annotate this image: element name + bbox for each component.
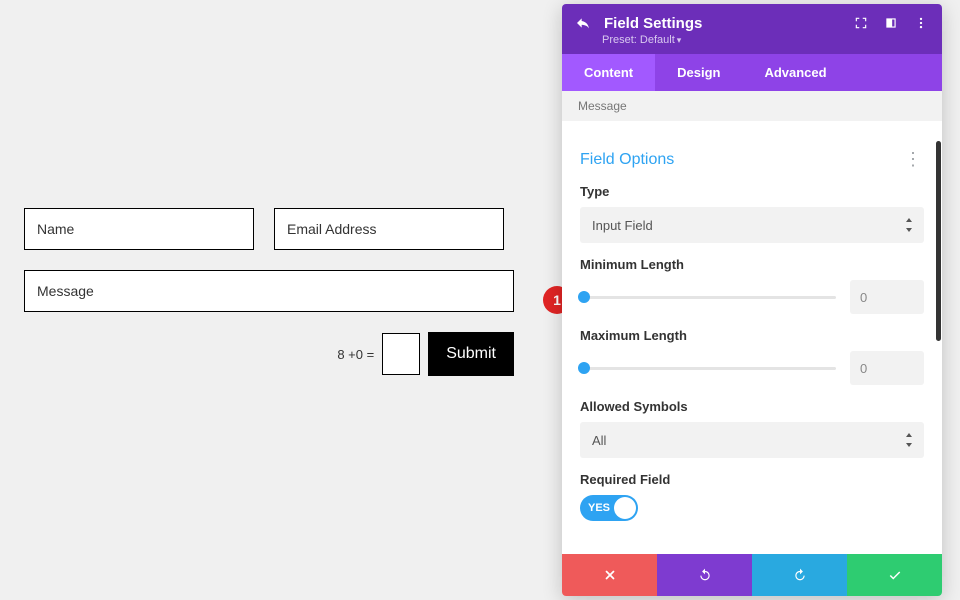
undo-button[interactable] (657, 554, 752, 596)
slider-thumb[interactable] (578, 291, 590, 303)
required-field-label: Required Field (580, 472, 924, 487)
section-more-icon[interactable]: ⋮ (902, 149, 924, 170)
type-label: Type (580, 184, 924, 199)
required-toggle[interactable]: YES (580, 495, 638, 521)
allowed-symbols-label: Allowed Symbols (580, 399, 924, 414)
contact-form-preview: Name Email Address Message 8 +0 = Submit (24, 208, 514, 376)
more-icon[interactable] (912, 14, 930, 32)
section-title: Field Options (580, 151, 674, 169)
close-button[interactable] (562, 554, 657, 596)
redo-button[interactable] (752, 554, 847, 596)
panel-title: Field Settings (604, 15, 840, 32)
max-length-value[interactable]: 0 (850, 351, 924, 385)
email-field[interactable]: Email Address (274, 208, 504, 250)
min-length-value[interactable]: 0 (850, 280, 924, 314)
focus-icon[interactable] (852, 14, 870, 32)
preset-selector[interactable]: Preset: Default▾ (602, 34, 930, 46)
panel-header: Field Settings Preset: Default▾ (562, 4, 942, 54)
field-title-input[interactable]: Message (562, 91, 942, 121)
min-length-label: Minimum Length (580, 257, 924, 272)
panel-tabs: Content Design Advanced (562, 54, 942, 91)
captcha-label: 8 +0 = (337, 347, 374, 362)
max-length-label: Maximum Length (580, 328, 924, 343)
name-field[interactable]: Name (24, 208, 254, 250)
tab-advanced[interactable]: Advanced (742, 54, 848, 91)
toggle-knob (614, 497, 636, 519)
captcha-input[interactable] (382, 333, 420, 375)
allowed-symbols-select[interactable]: All (580, 422, 924, 458)
slider-thumb[interactable] (578, 362, 590, 374)
toggle-state-label: YES (588, 502, 610, 514)
select-arrows-icon (904, 433, 914, 447)
select-arrows-icon (904, 218, 914, 232)
min-length-slider[interactable] (580, 296, 836, 299)
panel-scroll[interactable]: Message Field Options ⋮ Type Input Field… (562, 91, 942, 554)
tab-content[interactable]: Content (562, 54, 655, 91)
max-length-slider[interactable] (580, 367, 836, 370)
back-icon[interactable] (574, 14, 592, 32)
dock-icon[interactable] (882, 14, 900, 32)
panel-footer (562, 554, 942, 596)
type-select[interactable]: Input Field (580, 207, 924, 243)
field-settings-panel: Field Settings Preset: Default▾ Content … (562, 4, 942, 596)
tab-design[interactable]: Design (655, 54, 742, 91)
message-field[interactable]: Message (24, 270, 514, 312)
save-button[interactable] (847, 554, 942, 596)
submit-button[interactable]: Submit (428, 332, 514, 376)
